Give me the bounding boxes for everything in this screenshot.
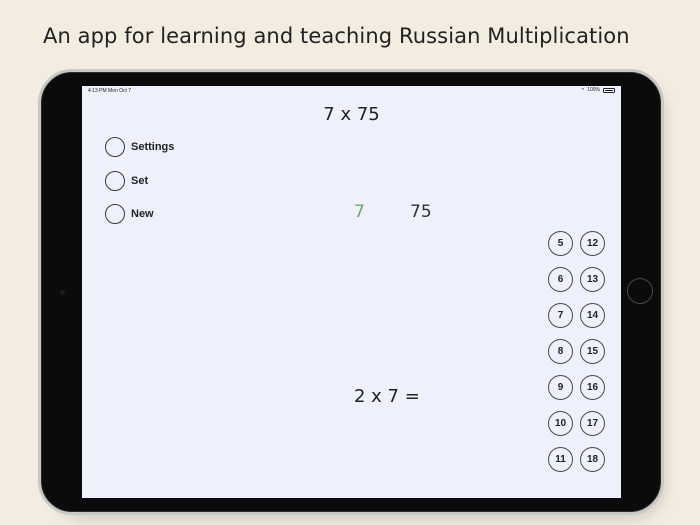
number-pad: 5 12 6 13 7 14 8 15 9 16 10 17 11 18 — [548, 231, 605, 472]
menu-item-settings[interactable]: Settings — [105, 136, 174, 158]
number-button[interactable]: 10 — [548, 411, 573, 436]
right-column-number: 75 — [410, 202, 432, 222]
number-button[interactable]: 11 — [548, 447, 573, 472]
menu-item-set[interactable]: Set — [105, 170, 174, 192]
number-button[interactable]: 13 — [580, 267, 605, 292]
equation-text: 2 x 7 = — [354, 386, 420, 407]
menu-label: New — [131, 208, 154, 220]
number-button[interactable]: 12 — [580, 231, 605, 256]
problem-title: 7 x 75 — [323, 104, 380, 125]
menu-label: Settings — [131, 141, 175, 153]
app-screen: 4:13 PM Mon Oct 7 ◔ 100% 7 x 75 Settings… — [82, 86, 621, 498]
radio-circle-icon[interactable] — [105, 170, 125, 191]
home-button[interactable] — [627, 278, 653, 304]
radio-circle-icon[interactable] — [105, 204, 125, 224]
number-button[interactable]: 14 — [580, 303, 605, 328]
battery-icon — [603, 87, 615, 93]
headline: An app for learning and teaching Russian… — [43, 24, 630, 48]
number-button[interactable]: 16 — [580, 375, 605, 400]
wifi-icon: ◔ — [580, 87, 585, 93]
number-button[interactable]: 18 — [580, 447, 605, 472]
number-button[interactable]: 17 — [580, 411, 605, 436]
menu-label: Set — [131, 174, 149, 187]
menu-item-new[interactable]: New — [105, 203, 174, 225]
radio-circle-icon[interactable] — [105, 137, 125, 157]
number-button[interactable]: 5 — [548, 231, 573, 256]
number-button[interactable]: 7 — [548, 303, 573, 328]
left-column-number: 7 — [354, 202, 365, 222]
number-button[interactable]: 9 — [548, 375, 573, 400]
number-button[interactable]: 15 — [580, 339, 605, 364]
status-indicators: ◔ 100% — [581, 87, 615, 93]
menu: Settings Set New — [105, 136, 174, 237]
number-button[interactable]: 6 — [548, 267, 573, 292]
status-time: 4:13 PM Mon Oct 7 — [88, 88, 132, 94]
number-button[interactable]: 8 — [548, 339, 573, 364]
battery-percent: 100% — [587, 87, 600, 93]
front-camera — [60, 290, 65, 295]
